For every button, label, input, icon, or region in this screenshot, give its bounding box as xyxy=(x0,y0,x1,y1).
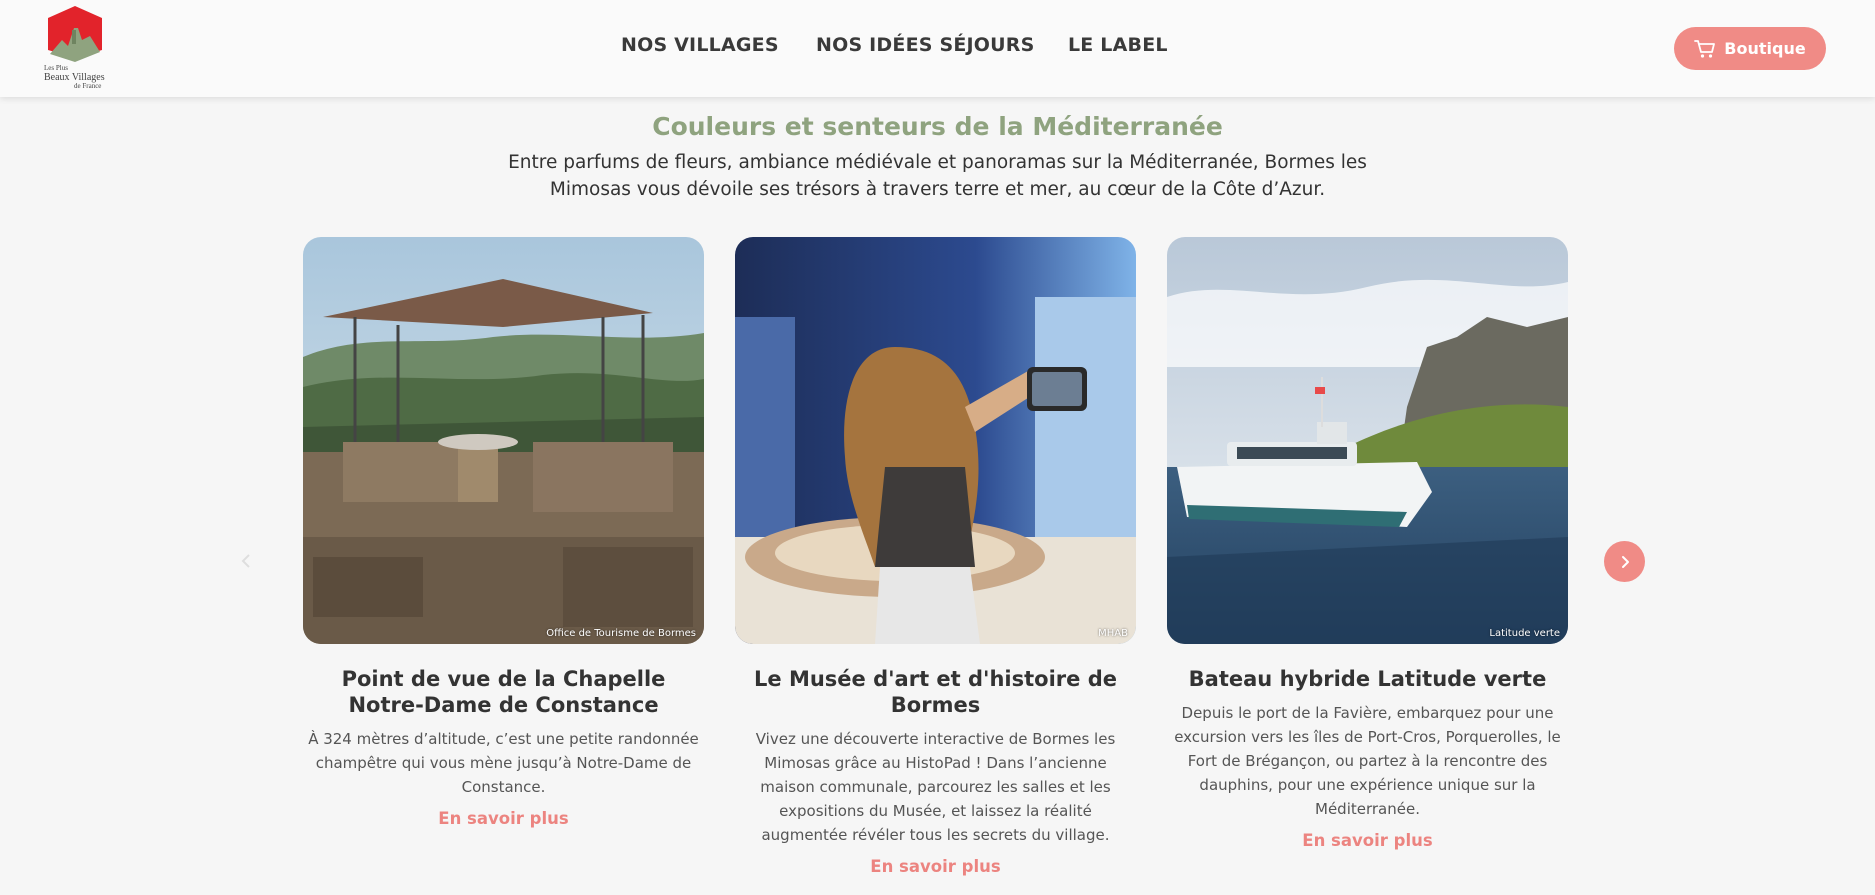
card-chapelle: Office de Tourisme de Bormes Point de vu… xyxy=(303,237,704,829)
en-savoir-plus-link[interactable]: En savoir plus xyxy=(438,809,568,828)
card-musee: MHAB Le Musée d'art et d'histoire de Bor… xyxy=(735,237,1136,877)
card-text: À 324 mètres d’altitude, c’est une petit… xyxy=(308,730,699,796)
card-bateau: Latitude verte Bateau hybride Latitude v… xyxy=(1167,237,1568,851)
logo-text: Les Plus Beaux Villages de France xyxy=(38,64,112,91)
nav-item-villages[interactable]: NOS VILLAGES xyxy=(621,34,779,56)
card-title: Bateau hybride Latitude verte xyxy=(1188,667,1547,691)
site-header: Les Plus Beaux Villages de France NOS VI… xyxy=(0,0,1875,97)
section-title: Couleurs et senteurs de la Méditerranée xyxy=(652,112,1223,141)
cart-icon xyxy=(1694,39,1716,58)
nav-item-idees-sejours[interactable]: NOS IDÉES SÉJOURS xyxy=(816,34,1034,56)
carousel-next-button[interactable] xyxy=(1604,541,1645,582)
card-image-chapelle[interactable]: Office de Tourisme de Bormes xyxy=(303,237,704,644)
card-title: Le Musée d'art et d'histoire de Bormes xyxy=(754,667,1117,717)
logo-line-2: Beaux Villages xyxy=(44,72,105,83)
photo-credit: Latitude verte xyxy=(1489,628,1560,639)
boutique-button[interactable]: Boutique xyxy=(1674,27,1826,70)
card-text: Vivez une découverte interactive de Borm… xyxy=(755,730,1116,844)
photo-credit: Office de Tourisme de Bormes xyxy=(546,628,696,639)
card-image-musee[interactable]: MHAB xyxy=(735,237,1136,644)
section-intro: Entre parfums de fleurs, ambiance médiév… xyxy=(508,152,1367,200)
card-text: Depuis le port de la Favière, embarquez … xyxy=(1174,704,1561,818)
en-savoir-plus-link[interactable]: En savoir plus xyxy=(1302,831,1432,850)
card-image-bateau[interactable]: Latitude verte xyxy=(1167,237,1568,644)
en-savoir-plus-link[interactable]: En savoir plus xyxy=(870,857,1000,876)
nav-item-label[interactable]: LE LABEL xyxy=(1068,34,1168,56)
logo-line-3: de France xyxy=(74,82,102,90)
chevron-left-icon[interactable] xyxy=(240,553,252,569)
photo-credit: MHAB xyxy=(1098,628,1128,639)
boutique-label: Boutique xyxy=(1724,39,1806,58)
main-nav: NOS VILLAGES NOS IDÉES SÉJOURS LE LABEL xyxy=(0,34,1875,64)
chevron-right-icon xyxy=(1621,555,1629,568)
card-title: Point de vue de la Chapelle Notre-Dame d… xyxy=(341,667,666,717)
